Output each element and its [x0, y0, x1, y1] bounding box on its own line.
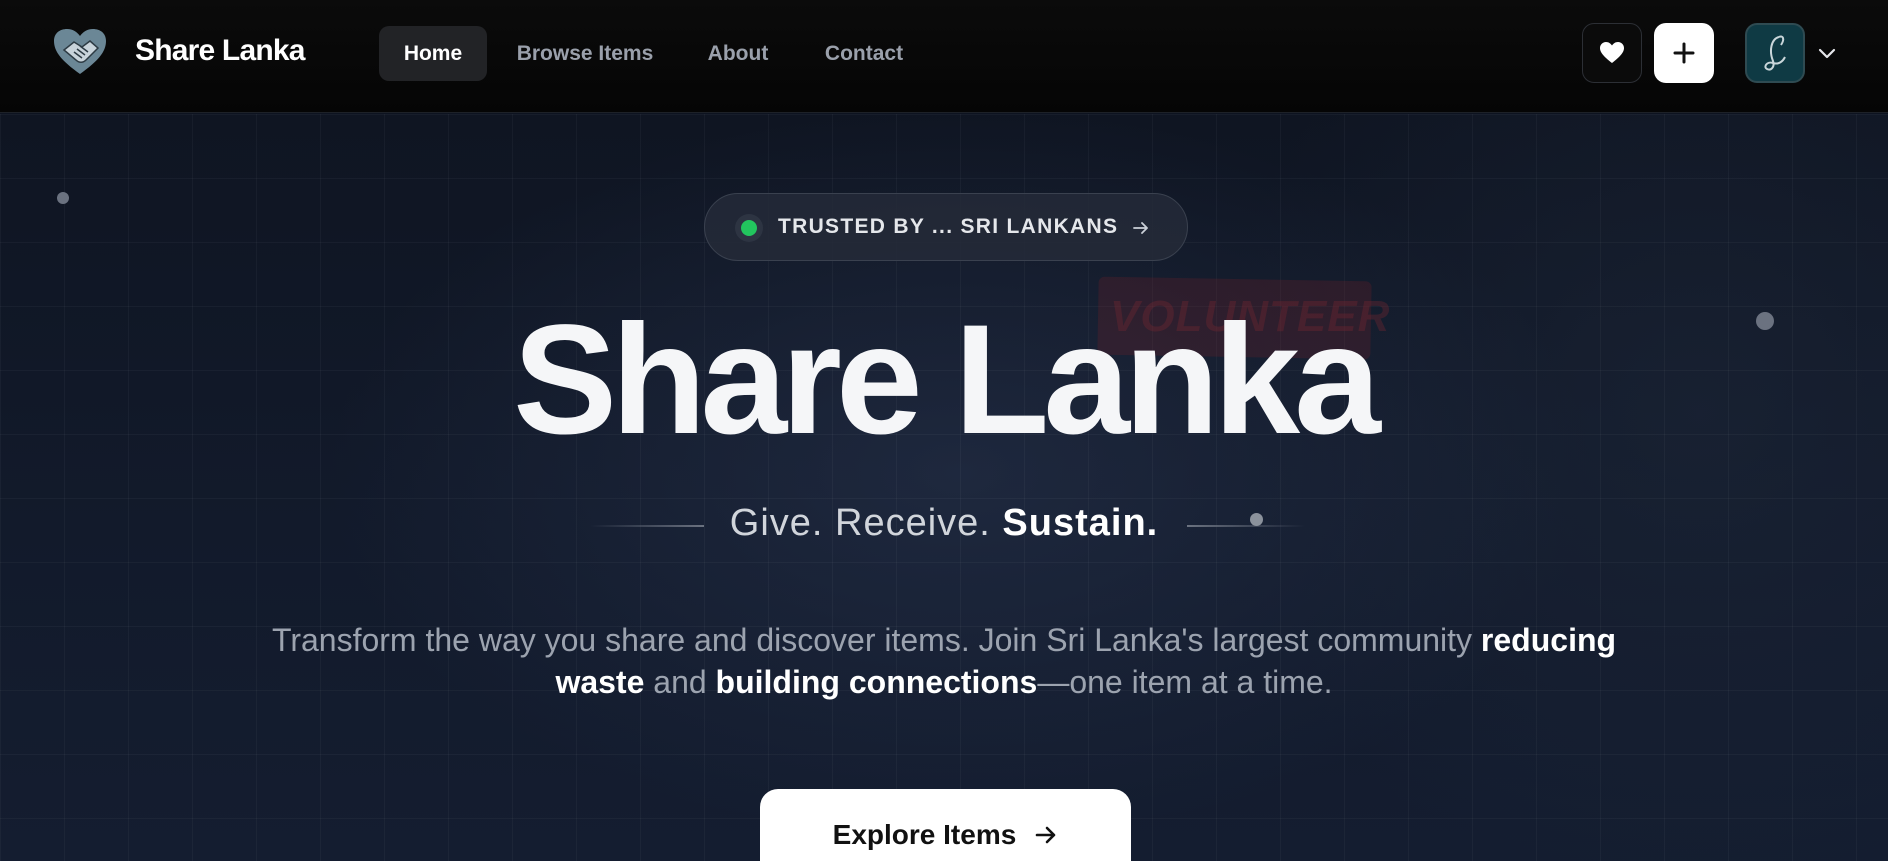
handshake-heart-icon[interactable]: [52, 28, 108, 76]
hero-title: Share Lanka: [513, 293, 1381, 467]
tagline-text: Give. Receive.: [729, 502, 1003, 544]
trust-badge-text: TRUSTED BY ... SRI LANKANS: [778, 215, 1119, 238]
hero-description: Transform the way you share and discover…: [270, 619, 1618, 703]
description-emphasis: building connections: [715, 664, 1038, 700]
add-item-button[interactable]: [1654, 23, 1714, 83]
nav-home[interactable]: Home: [379, 26, 487, 81]
decorative-dot: [57, 192, 69, 204]
nav-browse-items[interactable]: Browse Items: [505, 26, 665, 81]
description-text: Transform the way you share and discover…: [271, 622, 1481, 658]
trust-badge[interactable]: TRUSTED BY ... SRI LANKANS: [704, 193, 1188, 261]
description-text: —one item at a time.: [1037, 664, 1333, 700]
arrow-right-icon: [1036, 826, 1056, 844]
hero-section: VOLUNTEER TRUSTED BY ... SRI LANKANS Sha…: [0, 114, 1888, 861]
description-text: and: [644, 664, 716, 700]
tagline-emphasis: Sustain.: [1002, 502, 1159, 544]
signature-avatar-icon: [1764, 35, 1786, 71]
hero-tagline: Give. Receive. Sustain.: [0, 502, 1888, 545]
status-dot: [741, 220, 757, 236]
brand-name[interactable]: Share Lanka: [135, 34, 305, 68]
favorites-button[interactable]: [1582, 23, 1642, 83]
status-indicator: [735, 214, 763, 242]
top-navbar: Share Lanka Home Browse Items About Cont…: [0, 0, 1888, 113]
heart-icon: [1600, 42, 1624, 63]
plus-icon: [1673, 42, 1695, 64]
explore-items-button[interactable]: Explore Items: [760, 789, 1131, 861]
nav-about[interactable]: About: [696, 26, 780, 81]
nav-contact[interactable]: Contact: [814, 26, 914, 81]
arrow-right-icon: [1133, 222, 1148, 234]
user-avatar[interactable]: [1745, 23, 1805, 83]
chevron-down-icon[interactable]: [1816, 42, 1838, 64]
explore-items-label: Explore Items: [832, 819, 1017, 850]
